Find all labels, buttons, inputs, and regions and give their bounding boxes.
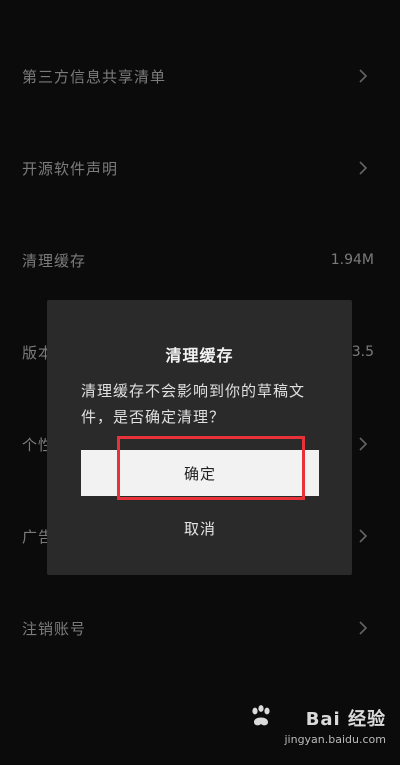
baidu-jingyan-watermark: Bai 经验 jingyan.baidu.com [226,701,386,755]
dialog-message: 清理缓存不会影响到你的草稿文件，是否确定清理？ [81,382,306,426]
confirm-button[interactable]: 确定 [81,450,319,496]
watermark-url: jingyan.baidu.com [284,733,386,746]
paw-icon [248,703,274,729]
dialog-title: 清理缓存 [165,346,234,365]
clear-cache-dialog: 清理缓存 清理缓存不会影响到你的草稿文件，是否确定清理？ 确定 取消 [47,300,352,575]
settings-screen: 第三方信息共享清单 开源软件声明 清理缓存 1.94M 版本 9.3.5 个性 [0,0,400,765]
cancel-button[interactable]: 取消 [81,510,319,546]
watermark-brand: Bai 经验 [305,709,386,730]
